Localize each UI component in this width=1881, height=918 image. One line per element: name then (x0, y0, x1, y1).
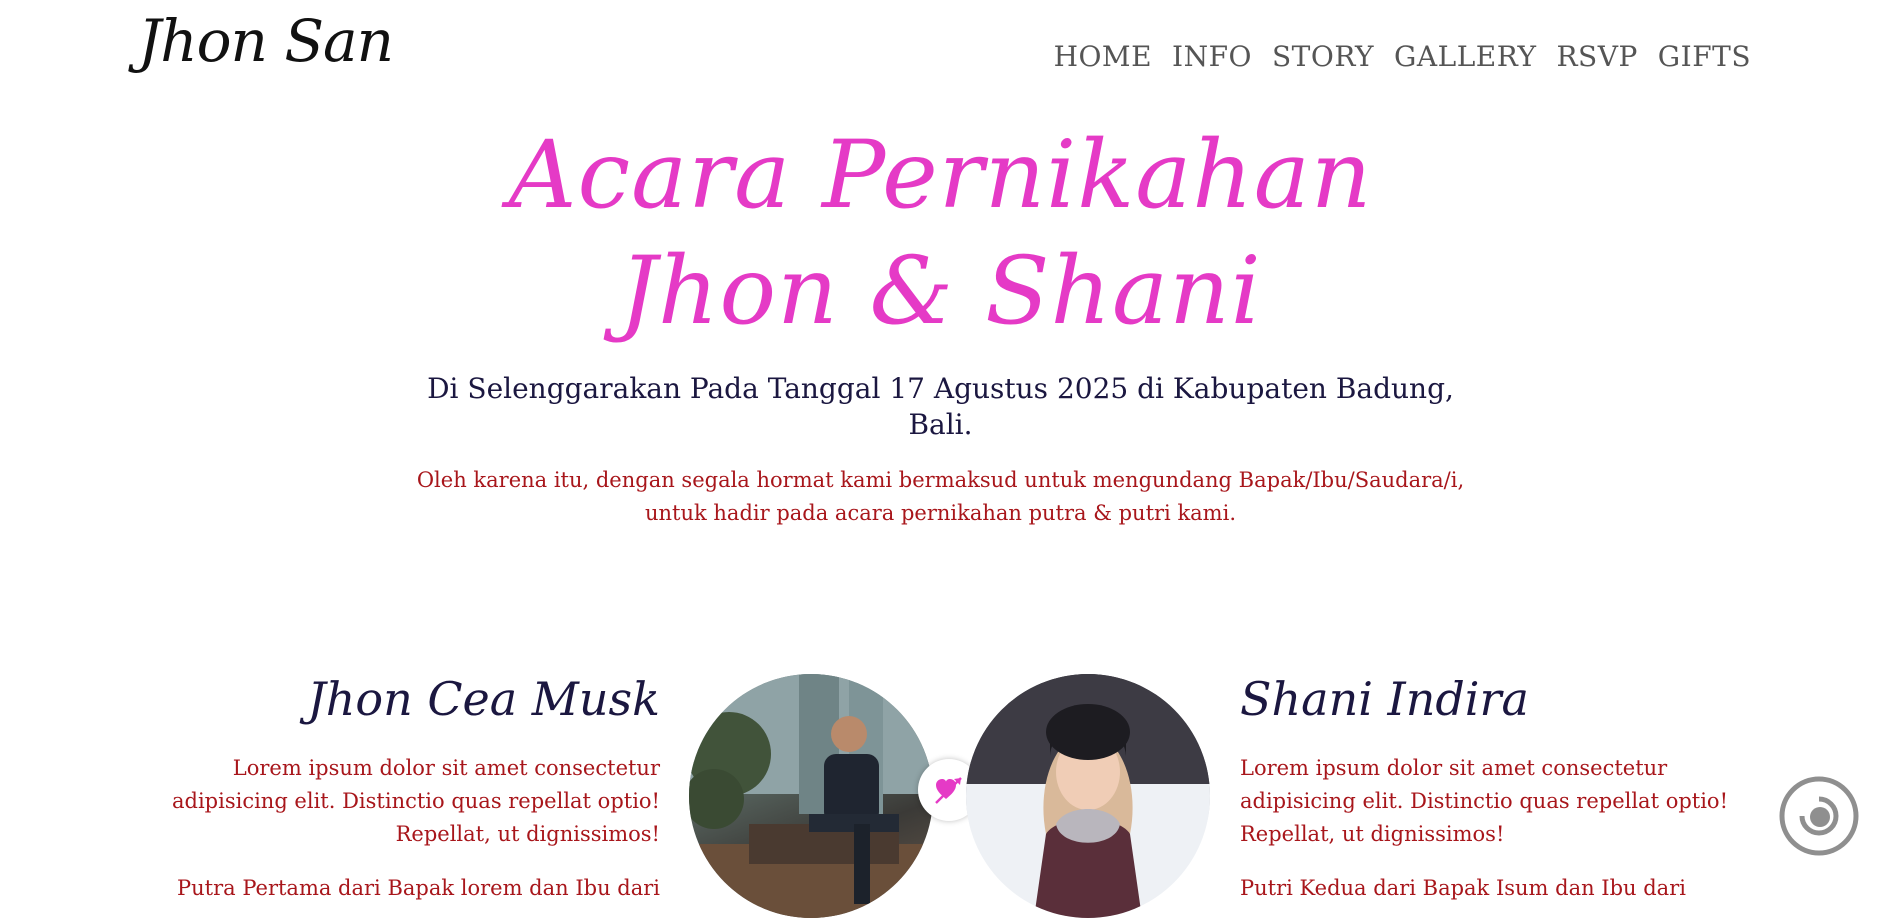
music-disc-icon (1779, 776, 1859, 856)
heart-arrow-icon (935, 777, 962, 804)
hero-title-line1: Acara Pernikahan (508, 121, 1373, 230)
groom-bio: Lorem ipsum dolor sit amet consectetur a… (171, 756, 660, 846)
invitation-paragraph: Oleh karena itu, dengan segala hormat ka… (416, 468, 1465, 525)
event-subtitle: Di Selenggarakan Pada Tanggal 17 Agustus… (427, 372, 1454, 441)
nav-rsvp[interactable]: RSVP (1556, 40, 1637, 73)
nav-home[interactable]: HOME (1054, 40, 1152, 73)
hero-title-line2: Jhon & Shani (619, 237, 1262, 346)
bride-photo-illustration (966, 674, 1210, 918)
groom-photo-illustration (689, 674, 933, 918)
groom-parents: Putra Pertama dari Bapak lorem dan Ibu d… (177, 876, 660, 900)
bride-parents: Putri Kedua dari Bapak Isum dan Ibu dari (1240, 876, 1686, 900)
music-toggle-button[interactable] (1779, 776, 1859, 856)
main-nav: HOME INFO STORY GALLERY RSVP GIFTS (1054, 40, 1751, 73)
nav-gifts[interactable]: GIFTS (1658, 40, 1751, 73)
invitation-text: Oleh karena itu, dengan segala hormat ka… (0, 464, 1881, 530)
site-logo[interactable]: Jhon San (138, 12, 394, 70)
groom-name: Jhon Cea Musk (307, 672, 660, 726)
hero-title: Acara Pernikahan Jhon & Shani (0, 118, 1881, 350)
nav-info[interactable]: INFO (1172, 40, 1252, 73)
bride-bio: Lorem ipsum dolor sit amet consectetur a… (1240, 756, 1729, 846)
nav-gallery[interactable]: GALLERY (1394, 40, 1536, 73)
nav-story[interactable]: STORY (1272, 40, 1374, 73)
bride-photo (966, 674, 1210, 918)
event-date-location: Di Selenggarakan Pada Tanggal 17 Agustus… (0, 371, 1881, 443)
bride-name: Shani Indira (1240, 672, 1529, 726)
groom-photo (689, 674, 933, 918)
